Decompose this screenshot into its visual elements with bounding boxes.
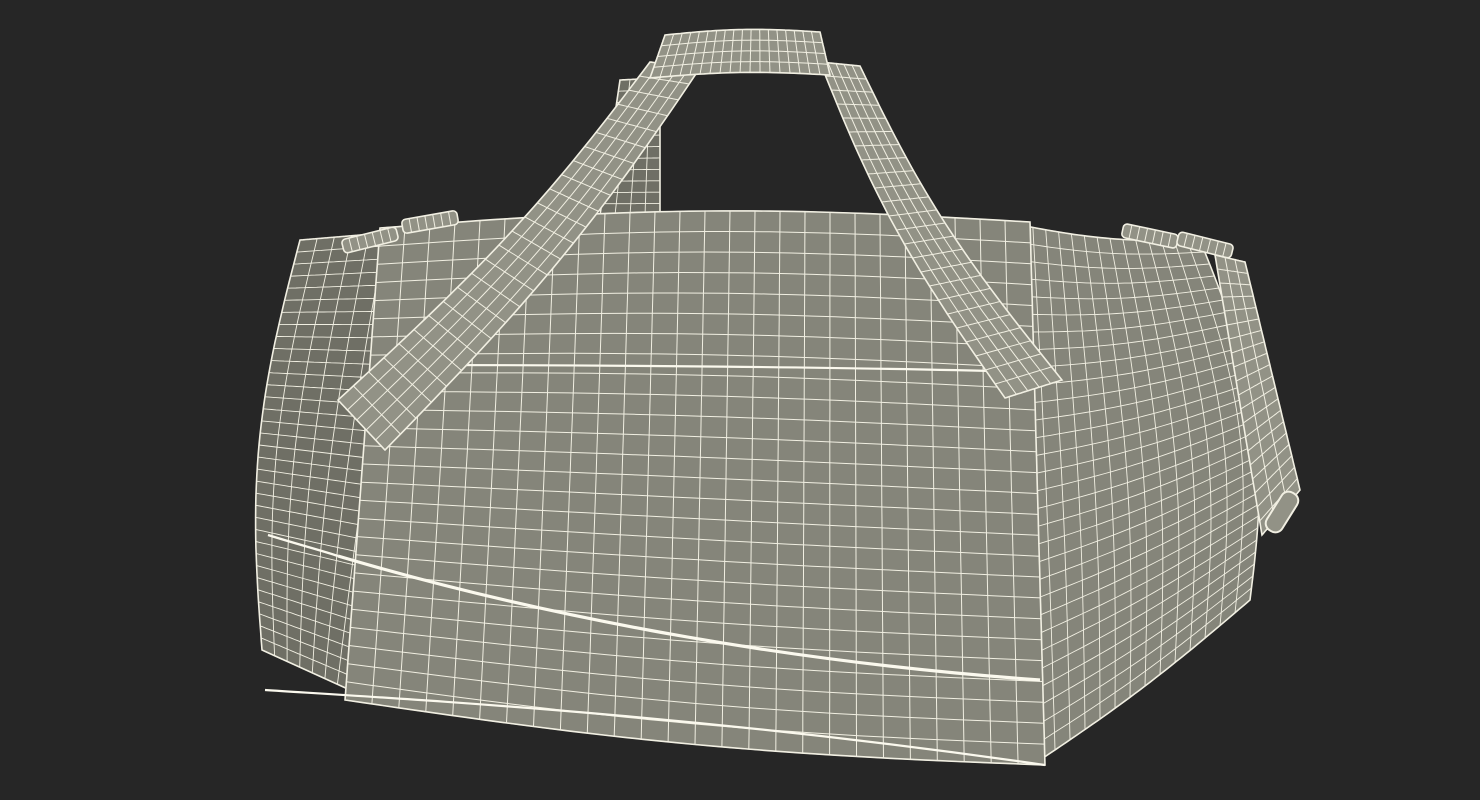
handle-grip: [648, 28, 831, 79]
right-strap-wire-v: [848, 130, 893, 133]
viewport-canvas: [0, 0, 1480, 800]
duffel-bag-wireframe-render: [0, 0, 1480, 800]
